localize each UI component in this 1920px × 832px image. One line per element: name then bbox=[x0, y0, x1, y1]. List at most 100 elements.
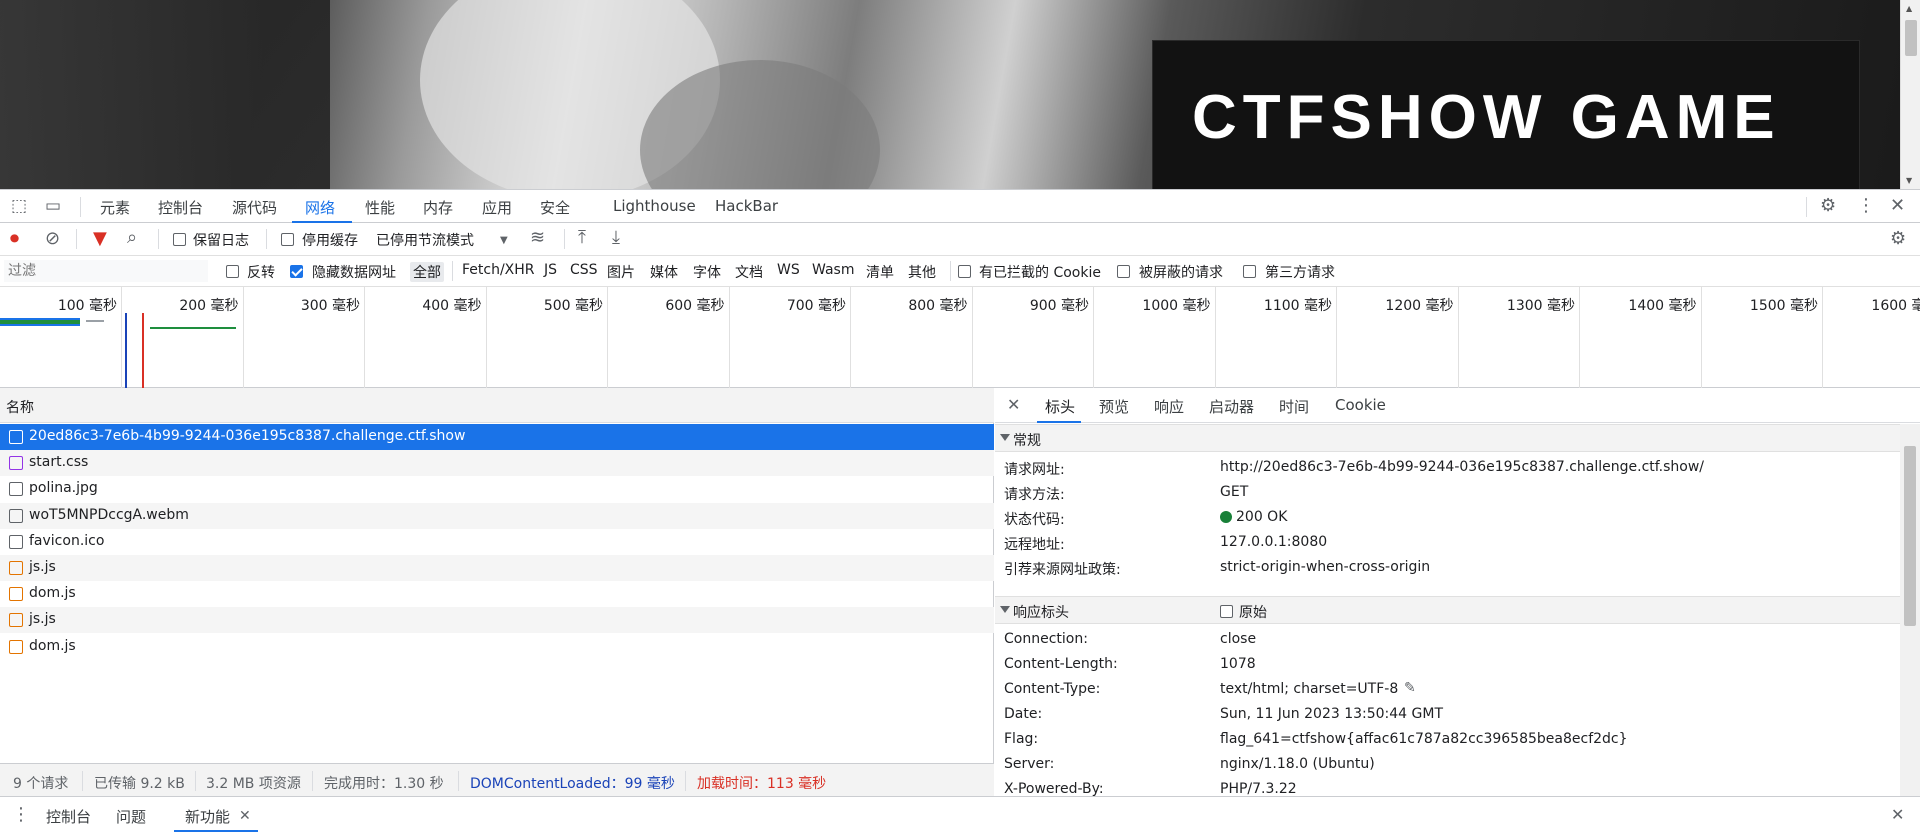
type-filter-img[interactable]: 图片 bbox=[607, 262, 635, 282]
transferred-size: 已传输 9.2 kB bbox=[94, 776, 185, 792]
tab-elements[interactable]: 元素 bbox=[100, 197, 130, 218]
third-party-checkbox[interactable] bbox=[1243, 265, 1256, 278]
request-row[interactable]: polina.jpg bbox=[0, 476, 994, 502]
network-settings-icon[interactable]: ⚙ bbox=[1890, 230, 1906, 248]
type-filter-js[interactable]: JS bbox=[544, 262, 557, 278]
tab-response[interactable]: 响应 bbox=[1154, 396, 1184, 417]
drawer-menu-icon[interactable]: ⋮ bbox=[12, 806, 30, 824]
page-scrollbar[interactable]: ▲ ▼ bbox=[1900, 0, 1920, 189]
type-filter-all[interactable]: 全部 bbox=[410, 262, 444, 282]
chevron-down-icon[interactable]: ▼ bbox=[500, 232, 508, 250]
request-list: 名称 20ed86c3-7e6b-4b99-9244-036e195c8387.… bbox=[0, 388, 994, 763]
tab-memory[interactable]: 内存 bbox=[423, 197, 453, 218]
blocked-requests-checkbox[interactable] bbox=[1117, 265, 1130, 278]
settings-gear-icon[interactable]: ⚙ bbox=[1820, 197, 1836, 215]
tab-headers[interactable]: 标头 bbox=[1045, 396, 1075, 417]
type-filter-css[interactable]: CSS bbox=[570, 262, 598, 278]
request-row[interactable]: favicon.ico bbox=[0, 529, 994, 555]
close-drawer-icon[interactable]: ✕ bbox=[1891, 806, 1904, 824]
header-value[interactable]: flag_641=ctfshow{affac61c787a82cc396585b… bbox=[1220, 731, 1628, 747]
raw-headers-checkbox[interactable] bbox=[1220, 605, 1233, 618]
drawer-tab-issues[interactable]: 问题 bbox=[116, 806, 146, 827]
collapse-caret-icon[interactable] bbox=[1000, 434, 1010, 441]
details-scrollbar[interactable] bbox=[1900, 424, 1920, 796]
toolbar-separator bbox=[458, 771, 459, 791]
request-row[interactable]: js.js bbox=[0, 607, 994, 634]
throttling-select[interactable]: 已停用节流模式 bbox=[376, 230, 474, 250]
type-filter-manifest[interactable]: 清单 bbox=[866, 262, 894, 282]
device-toolbar-icon[interactable]: ▭ bbox=[45, 197, 61, 215]
type-filter-wasm[interactable]: Wasm bbox=[812, 262, 854, 278]
drawer-tab-whats-new[interactable]: 新功能 bbox=[185, 806, 230, 827]
header-value[interactable]: nginx/1.18.0 (Ubuntu) bbox=[1220, 756, 1375, 772]
export-har-icon[interactable]: ⤓ bbox=[612, 229, 620, 247]
tab-initiator[interactable]: 启动器 bbox=[1209, 396, 1254, 417]
type-filter-fetch-xhr[interactable]: Fetch/XHR bbox=[462, 262, 535, 278]
timeline-overview[interactable]: 100 毫秒 200 毫秒 300 毫秒 400 毫秒 500 毫秒 600 毫秒 700 … bbox=[0, 287, 1920, 388]
preserve-log-checkbox[interactable] bbox=[173, 233, 186, 246]
search-icon[interactable]: ⌕ bbox=[127, 229, 137, 247]
timeline-tick-label: 400 毫秒 bbox=[422, 298, 482, 314]
tab-network[interactable]: 网络 bbox=[305, 197, 335, 218]
tab-preview[interactable]: 预览 bbox=[1099, 396, 1129, 417]
disable-cache-checkbox[interactable] bbox=[281, 233, 294, 246]
close-tab-icon[interactable]: ✕ bbox=[239, 807, 251, 825]
more-options-icon[interactable]: ⋮ bbox=[1857, 197, 1875, 215]
type-filter-ws[interactable]: WS bbox=[777, 262, 800, 278]
invert-checkbox[interactable] bbox=[226, 265, 239, 278]
header-value[interactable]: strict-origin-when-cross-origin bbox=[1220, 559, 1430, 575]
type-filter-doc[interactable]: 文档 bbox=[735, 262, 763, 282]
stop-recording-icon[interactable]: ⏺ bbox=[10, 230, 19, 248]
request-row[interactable]: dom.js bbox=[0, 581, 994, 607]
scroll-up-icon[interactable]: ▲ bbox=[1906, 4, 1912, 13]
type-filter-other[interactable]: 其他 bbox=[908, 262, 936, 282]
general-section-header[interactable]: 常规 bbox=[995, 424, 1901, 452]
page-scroll-thumb[interactable] bbox=[1905, 20, 1917, 56]
tab-timing[interactable]: 时间 bbox=[1279, 396, 1309, 417]
request-row[interactable]: 20ed86c3-7e6b-4b99-9244-036e195c8387.cha… bbox=[0, 424, 994, 450]
collapse-caret-icon[interactable] bbox=[1000, 606, 1010, 613]
header-name: 请求方法: bbox=[1004, 487, 1065, 503]
script-file-icon bbox=[9, 561, 23, 575]
import-har-icon[interactable]: ⤒ bbox=[578, 229, 586, 247]
drawer-tab-console[interactable]: 控制台 bbox=[46, 806, 91, 827]
tab-application[interactable]: 应用 bbox=[482, 197, 512, 218]
tab-security[interactable]: 安全 bbox=[540, 197, 570, 218]
header-value[interactable]: Sun, 11 Jun 2023 13:50:44 GMT bbox=[1220, 706, 1443, 722]
tab-lighthouse[interactable]: Lighthouse bbox=[613, 197, 696, 215]
header-value[interactable]: close bbox=[1220, 631, 1256, 647]
name-column-header[interactable]: 名称 bbox=[6, 397, 34, 417]
header-value[interactable]: 1078 bbox=[1220, 656, 1256, 672]
blocked-cookies-checkbox[interactable] bbox=[958, 265, 971, 278]
hide-data-urls-checkbox[interactable] bbox=[290, 265, 303, 278]
tab-console[interactable]: 控制台 bbox=[158, 197, 203, 218]
details-scroll-thumb[interactable] bbox=[1904, 446, 1916, 626]
request-row[interactable]: start.css bbox=[0, 450, 994, 477]
header-value[interactable]: http://20ed86c3-7e6b-4b99-9244-036e195c8… bbox=[1220, 459, 1704, 475]
response-headers-section-header[interactable]: 响应标头 原始 bbox=[995, 596, 1901, 624]
tab-sources[interactable]: 源代码 bbox=[232, 197, 277, 218]
header-value[interactable]: PHP/7.3.22 bbox=[1220, 781, 1297, 796]
request-row[interactable]: woT5MNPDccgA.webm bbox=[0, 502, 994, 529]
tab-cookies[interactable]: Cookie bbox=[1335, 396, 1386, 414]
header-value[interactable]: 200 OK bbox=[1236, 509, 1287, 525]
header-value[interactable]: 127.0.0.1:8080 bbox=[1220, 534, 1327, 550]
header-value[interactable]: GET bbox=[1220, 484, 1248, 500]
close-details-icon[interactable]: ✕ bbox=[1007, 396, 1020, 414]
edit-pencil-icon[interactable]: ✎ bbox=[1404, 680, 1416, 696]
request-row[interactable]: dom.js bbox=[0, 634, 994, 660]
header-value[interactable]: text/html; charset=UTF-8 bbox=[1220, 681, 1398, 697]
request-row[interactable]: js.js bbox=[0, 555, 994, 581]
filter-input[interactable] bbox=[4, 260, 208, 282]
tab-performance[interactable]: 性能 bbox=[365, 197, 395, 218]
network-conditions-icon[interactable]: ≋ bbox=[530, 229, 545, 247]
tab-hackbar[interactable]: HackBar bbox=[715, 197, 778, 215]
filter-icon[interactable]: ▼ bbox=[93, 230, 107, 248]
type-filter-media[interactable]: 媒体 bbox=[650, 262, 678, 282]
inspect-element-icon[interactable]: ⬚ bbox=[11, 197, 27, 215]
scroll-down-icon[interactable]: ▼ bbox=[1906, 176, 1912, 185]
stylesheet-file-icon bbox=[9, 456, 23, 471]
clear-icon[interactable]: ⊘ bbox=[45, 230, 60, 248]
close-devtools-icon[interactable]: ✕ bbox=[1890, 197, 1905, 215]
type-filter-font[interactable]: 字体 bbox=[693, 262, 721, 282]
